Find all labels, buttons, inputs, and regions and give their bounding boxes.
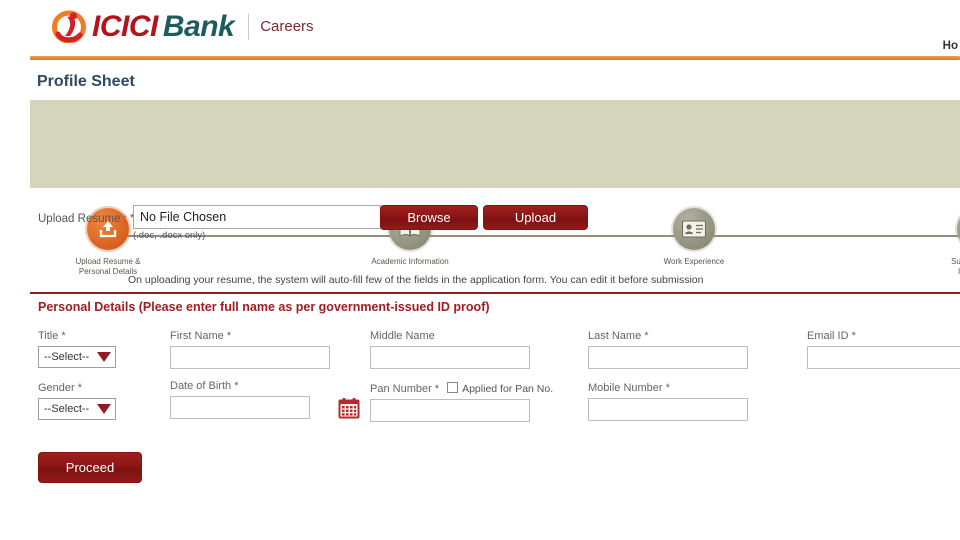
chevron-down-icon	[97, 404, 111, 414]
first-name-input[interactable]	[170, 346, 330, 369]
pan-number-field: Pan Number * Applied for Pan No.	[370, 382, 553, 422]
upload-resume-label: Upload Resume : *	[38, 213, 135, 225]
gender-field: Gender * --Select--	[38, 382, 116, 420]
step-supplementary-information[interactable]: Supplementary Information	[908, 208, 960, 277]
icici-bank-logo[interactable]: ICICI Bank Careers	[52, 10, 314, 43]
profile-sheet-page: ICICI Bank Careers Ho Profile Sheet Uploa…	[0, 0, 960, 540]
logo-text-icici: ICICI	[92, 9, 158, 43]
middle-name-field: Middle Name	[370, 330, 530, 369]
gender-select-value: --Select--	[44, 403, 90, 415]
careers-label: Careers	[260, 18, 314, 35]
upload-button[interactable]: Upload	[483, 205, 588, 230]
id-card-icon	[673, 208, 715, 250]
last-name-field: Last Name *	[588, 330, 748, 369]
pan-number-label-text: Pan Number *	[370, 383, 440, 395]
first-name-label: First Name *	[170, 330, 232, 342]
pan-number-input[interactable]	[370, 399, 530, 422]
site-header: ICICI Bank Careers Ho	[0, 0, 960, 52]
date-of-birth-input[interactable]	[170, 396, 310, 419]
date-of-birth-field: Date of Birth *	[170, 380, 360, 419]
applied-for-pan-checkbox[interactable]	[447, 382, 459, 393]
last-name-label: Last Name *	[588, 330, 649, 342]
step-label: Supplementary Information	[951, 257, 960, 276]
applied-for-pan-label: Applied for Pan No.	[462, 383, 554, 395]
header-accent-bar	[30, 56, 960, 60]
middle-name-label: Middle Name	[370, 330, 435, 342]
file-name-display[interactable]: No File Chosen	[133, 205, 381, 229]
first-name-field: First Name *	[170, 330, 330, 369]
file-type-hint: (.doc, .docx only)	[133, 230, 206, 241]
email-field: Email ID *	[807, 330, 960, 369]
middle-name-input[interactable]	[370, 346, 530, 369]
gender-select[interactable]: --Select--	[38, 398, 116, 420]
title-select[interactable]: --Select--	[38, 346, 116, 368]
title-label: Title *	[38, 330, 66, 342]
stepper-connector-line	[108, 235, 960, 237]
mobile-number-field: Mobile Number *	[588, 382, 748, 421]
progress-stepper: Upload Resume & Personal Details Academi…	[30, 100, 960, 276]
logo-text-bank: Bank	[162, 9, 235, 43]
gender-label: Gender *	[38, 382, 83, 394]
upload-auto-fill-note: On uploading your resume, the system wil…	[128, 274, 704, 286]
last-name-input[interactable]	[588, 346, 748, 369]
section-divider	[30, 292, 960, 294]
logo-divider	[248, 13, 250, 40]
step-work-experience[interactable]: Work Experience	[624, 208, 764, 267]
calendar-icon[interactable]	[338, 397, 360, 424]
browse-button[interactable]: Browse	[380, 205, 478, 230]
proceed-button[interactable]: Proceed	[38, 452, 142, 483]
title-field: Title * --Select--	[38, 330, 116, 368]
mobile-number-input[interactable]	[588, 398, 748, 421]
date-of-birth-label: Date of Birth *	[170, 380, 239, 392]
email-label: Email ID *	[807, 330, 856, 342]
title-select-value: --Select--	[44, 351, 90, 363]
personal-details-heading: Personal Details (Please enter full name…	[38, 300, 490, 314]
home-link[interactable]: Ho	[943, 40, 958, 52]
email-input[interactable]	[807, 346, 960, 369]
mobile-number-label: Mobile Number *	[588, 382, 670, 394]
chevron-down-icon	[97, 352, 111, 362]
page-title: Profile Sheet	[37, 73, 135, 90]
step-label: Academic Information	[371, 257, 449, 266]
pan-number-label: Pan Number * Applied for Pan No.	[370, 382, 553, 395]
step-label: Work Experience	[663, 257, 725, 266]
icici-logo-icon	[52, 10, 88, 43]
